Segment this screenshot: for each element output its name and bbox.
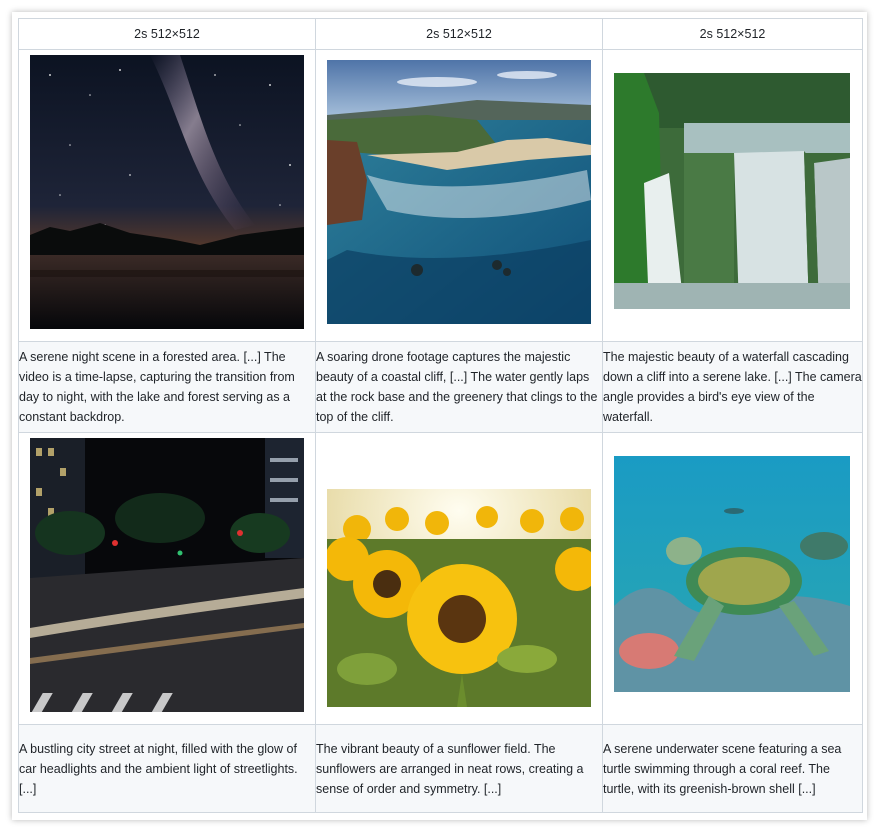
caption-cell: A soaring drone footage captures the maj… — [315, 341, 603, 433]
table-header-row: 2s 512×512 2s 512×512 2s 512×512 — [18, 18, 863, 50]
media-cell — [315, 431, 603, 726]
caption-row: A serene night scene in a forested area.… — [18, 341, 863, 433]
media-cell — [602, 48, 863, 343]
video-caption: A bustling city street at night, filled … — [19, 741, 298, 796]
sea-turtle-image[interactable] — [614, 456, 850, 692]
caption-cell: A serene night scene in a forested area.… — [18, 341, 316, 433]
city-street-night-image[interactable] — [30, 438, 304, 712]
video-caption: A serene underwater scene featuring a se… — [603, 741, 842, 796]
media-cell — [315, 48, 603, 343]
coastal-cliff-image[interactable] — [327, 60, 591, 324]
video-caption: The vibrant beauty of a sunflower field.… — [316, 741, 584, 796]
caption-cell: A bustling city street at night, filled … — [18, 724, 316, 813]
media-cell — [18, 48, 316, 343]
caption-cell: A serene underwater scene featuring a se… — [602, 724, 863, 813]
media-cell — [602, 431, 863, 726]
caption-cell: The vibrant beauty of a sunflower field.… — [315, 724, 603, 813]
waterfall-image[interactable] — [614, 73, 850, 309]
video-caption: The majestic beauty of a waterfall casca… — [603, 350, 862, 425]
media-row — [18, 431, 863, 726]
column-header: 2s 512×512 — [315, 18, 603, 50]
media-row — [18, 48, 863, 343]
video-caption: A serene night scene in a forested area.… — [19, 350, 295, 425]
column-header: 2s 512×512 — [18, 18, 316, 50]
video-gallery-panel: 2s 512×512 2s 512×512 2s 512×512 A seren… — [12, 12, 867, 820]
video-caption: A soaring drone footage captures the maj… — [316, 350, 598, 425]
night-sky-lake-image[interactable] — [30, 55, 304, 329]
sunflower-field-image[interactable] — [327, 489, 591, 707]
column-header: 2s 512×512 — [602, 18, 863, 50]
video-gallery-table: 2s 512×512 2s 512×512 2s 512×512 A seren… — [18, 18, 863, 813]
caption-row: A bustling city street at night, filled … — [18, 724, 863, 813]
caption-cell: The majestic beauty of a waterfall casca… — [602, 341, 863, 433]
media-cell — [18, 431, 316, 726]
